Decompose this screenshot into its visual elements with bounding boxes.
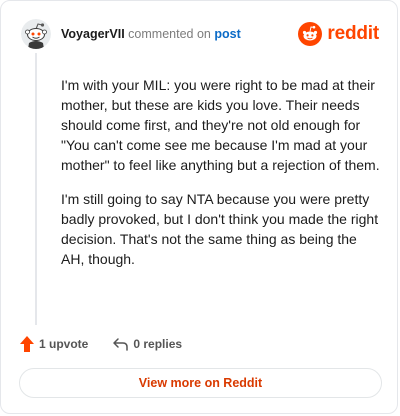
thread-line bbox=[35, 53, 37, 325]
comment-header: VoyagerVII commented on post reddit bbox=[21, 17, 381, 51]
view-more-button[interactable]: View more on Reddit bbox=[19, 368, 382, 398]
upvote-count: 1 upvote bbox=[39, 337, 89, 351]
user-avatar[interactable] bbox=[21, 19, 51, 49]
upvote-arrow-icon bbox=[20, 336, 34, 352]
username-link[interactable]: VoyagerVII bbox=[61, 27, 125, 41]
snoo-avatar-icon bbox=[21, 19, 51, 49]
comment-paragraph-1: I'm with your MIL: you were right to be … bbox=[61, 77, 380, 173]
reddit-snoo-icon bbox=[298, 22, 323, 46]
comment-actions: 1 upvote 0 replies bbox=[19, 333, 206, 355]
commented-on-text: commented on bbox=[128, 27, 211, 41]
embedded-comment-card: VoyagerVII commented on post reddit I'm … bbox=[0, 0, 398, 414]
post-link[interactable]: post bbox=[214, 27, 240, 41]
comment-body: I'm with your MIL: you were right to be … bbox=[61, 75, 381, 283]
reddit-logo[interactable]: reddit bbox=[298, 21, 379, 47]
upvote-button[interactable]: 1 upvote bbox=[19, 335, 88, 353]
reply-button[interactable]: 0 replies bbox=[112, 336, 182, 352]
reply-arrow-icon bbox=[113, 338, 129, 351]
comment-paragraph-2: I'm still going to say NTA because you w… bbox=[61, 191, 379, 267]
reply-count: 0 replies bbox=[133, 337, 183, 351]
reddit-wordmark: reddit bbox=[327, 23, 379, 44]
comment-meta: VoyagerVII commented on post bbox=[61, 26, 241, 42]
